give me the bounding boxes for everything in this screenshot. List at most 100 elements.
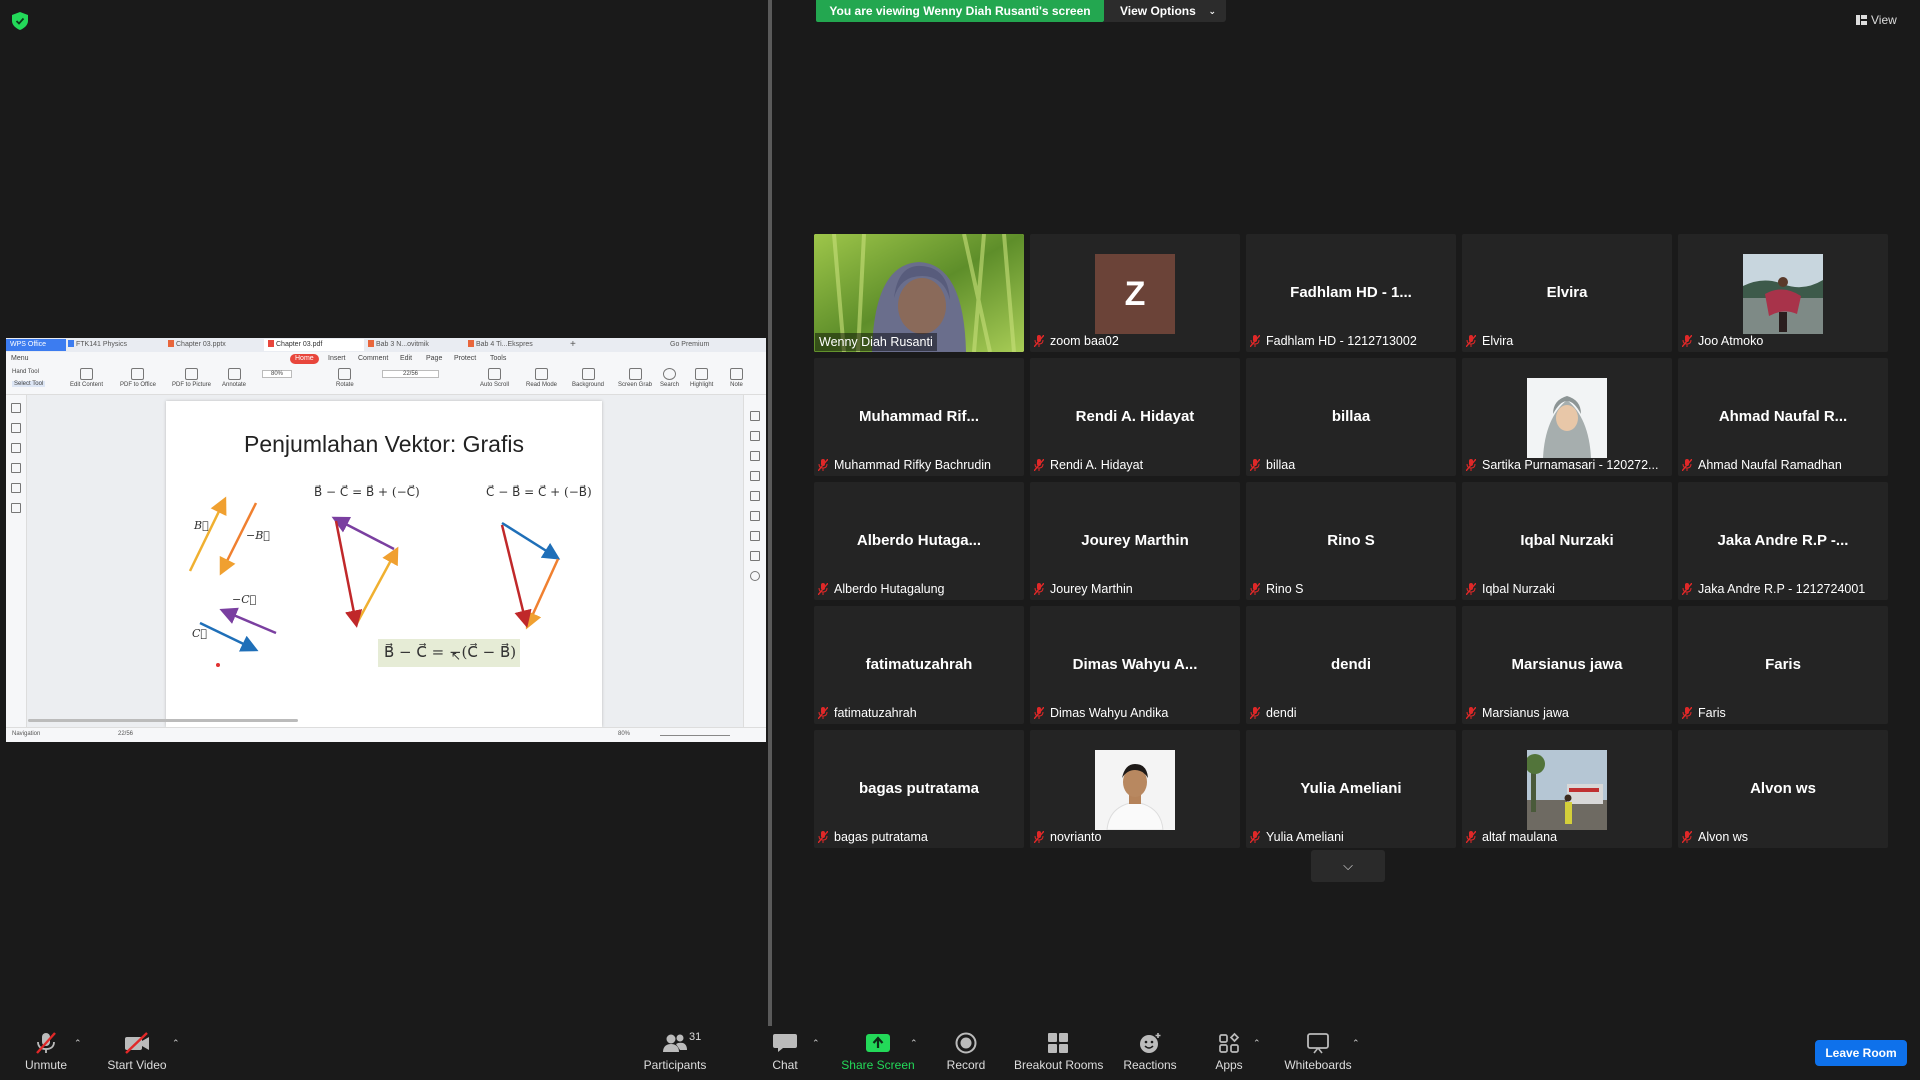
pdf-document-area[interactable]: Penjumlahan Vektor: Grafis B⃗ − C⃗ = B⃗ … bbox=[6, 395, 766, 727]
tab-chapter-pptx[interactable]: Chapter 03.pptx bbox=[164, 339, 264, 351]
zoom-in-icon[interactable] bbox=[750, 571, 760, 581]
tool-icon[interactable] bbox=[750, 451, 760, 461]
layers-icon[interactable] bbox=[11, 503, 21, 513]
tool-icon[interactable] bbox=[750, 551, 760, 561]
status-page-field[interactable]: 22/56 bbox=[118, 731, 133, 737]
participant-tile[interactable]: Faris Faris bbox=[1678, 606, 1888, 724]
participant-tile[interactable]: Jaka Andre R.P -... Jaka Andre R.P - 1212… bbox=[1678, 482, 1888, 600]
navigation-toggle[interactable]: Navigation bbox=[12, 731, 40, 737]
background-button[interactable]: Background bbox=[572, 368, 604, 388]
highlight-button[interactable]: Highlight bbox=[690, 368, 713, 388]
whiteboards-options-chevron-icon[interactable]: ⌃ bbox=[1352, 1038, 1360, 1049]
breakout-rooms-button[interactable]: Breakout Rooms bbox=[1014, 1032, 1103, 1072]
attachment-icon[interactable] bbox=[11, 463, 21, 473]
participant-tile[interactable]: Rino S Rino S bbox=[1246, 482, 1456, 600]
participant-tile[interactable]: Alvon ws Alvon ws bbox=[1678, 730, 1888, 848]
start-video-button[interactable]: Start Video bbox=[106, 1032, 168, 1072]
bookmark-icon[interactable] bbox=[11, 403, 21, 413]
edit-content-button[interactable]: Edit Content bbox=[70, 368, 103, 388]
view-button[interactable]: View bbox=[1856, 10, 1897, 30]
zoom-slider[interactable] bbox=[660, 735, 730, 736]
participant-tile[interactable]: novrianto bbox=[1030, 730, 1240, 848]
participant-tile[interactable]: Joo Atmoko bbox=[1678, 234, 1888, 352]
view-options-button[interactable]: View Options ⌄ bbox=[1104, 0, 1226, 22]
auto-scroll-button[interactable]: Auto Scroll bbox=[480, 368, 509, 388]
go-premium-link[interactable]: Go Premium bbox=[666, 339, 730, 351]
menu-page[interactable]: Page bbox=[426, 355, 442, 362]
muted-mic-icon bbox=[1034, 459, 1044, 471]
participant-tile[interactable]: Yulia Ameliani Yulia Ameliani bbox=[1246, 730, 1456, 848]
menu-edit[interactable]: Edit bbox=[400, 355, 412, 362]
participant-tile[interactable]: altaf maulana bbox=[1462, 730, 1672, 848]
menu-home[interactable]: Home bbox=[290, 354, 319, 364]
split-view-divider[interactable] bbox=[768, 0, 772, 1026]
annotate-button[interactable]: Annotate bbox=[222, 368, 246, 388]
participant-tile[interactable]: Elvira Elvira bbox=[1462, 234, 1672, 352]
menu-insert[interactable]: Insert bbox=[328, 355, 346, 362]
new-tab-plus-icon[interactable]: + bbox=[566, 339, 580, 351]
share-screen-button[interactable]: Share Screen bbox=[838, 1032, 918, 1072]
status-zoom[interactable]: 80% bbox=[618, 731, 630, 737]
signature-icon[interactable] bbox=[11, 483, 21, 493]
chat-options-chevron-icon[interactable]: ⌃ bbox=[812, 1038, 820, 1049]
menu-protect[interactable]: Protect bbox=[454, 355, 476, 362]
tab-bab3[interactable]: Bab 3 N...ovitmik bbox=[364, 339, 464, 351]
participant-tile[interactable]: Rendi A. Hidayat Rendi A. Hidayat bbox=[1030, 358, 1240, 476]
thumbnail-icon[interactable] bbox=[11, 423, 21, 433]
participant-tile[interactable]: Wenny Diah Rusanti bbox=[814, 234, 1024, 352]
tool-icon[interactable] bbox=[750, 411, 760, 421]
hand-tool[interactable]: Hand Tool bbox=[12, 369, 39, 375]
tab-chapter-pdf[interactable]: Chapter 03.pdf bbox=[264, 339, 364, 351]
participant-tile[interactable]: billaa billaa bbox=[1246, 358, 1456, 476]
participant-tile[interactable]: Dimas Wahyu A... Dimas Wahyu Andika bbox=[1030, 606, 1240, 724]
participant-tile[interactable]: Sartika Purnamasari - 120272... bbox=[1462, 358, 1672, 476]
tool-icon[interactable] bbox=[750, 491, 760, 501]
horizontal-scrollbar[interactable] bbox=[28, 719, 298, 722]
reactions-button[interactable]: Reactions bbox=[1120, 1032, 1180, 1072]
whiteboards-button[interactable]: Whiteboards bbox=[1280, 1032, 1356, 1072]
menu-tools[interactable]: Tools bbox=[490, 355, 506, 362]
screen-grab-button[interactable]: Screen Grab bbox=[618, 368, 652, 388]
search-button[interactable]: Search bbox=[660, 368, 679, 388]
apps-button[interactable]: Apps bbox=[1208, 1032, 1250, 1072]
zoom-field[interactable]: 80% bbox=[262, 370, 293, 378]
audio-options-chevron-icon[interactable]: ⌃ bbox=[74, 1038, 82, 1049]
gallery-next-page-button[interactable]: ⌵ bbox=[1311, 850, 1385, 882]
participant-tile[interactable]: dendi dendi bbox=[1246, 606, 1456, 724]
pdf-to-picture-button[interactable]: PDF to Picture bbox=[172, 368, 211, 388]
record-button[interactable]: Record bbox=[940, 1032, 992, 1072]
video-options-chevron-icon[interactable]: ⌃ bbox=[172, 1038, 180, 1049]
share-options-chevron-icon[interactable]: ⌃ bbox=[910, 1038, 918, 1049]
tool-icon[interactable] bbox=[750, 431, 760, 441]
unmute-button[interactable]: Unmute bbox=[20, 1032, 72, 1072]
read-mode-button[interactable]: Read Mode bbox=[526, 368, 557, 388]
participant-tile[interactable]: Jourey Marthin Jourey Marthin bbox=[1030, 482, 1240, 600]
tab-ftk141[interactable]: FTK141 Physics bbox=[64, 339, 164, 351]
pdf-to-office-button[interactable]: PDF to Office bbox=[120, 368, 156, 388]
comment-icon[interactable] bbox=[11, 443, 21, 453]
tool-icon[interactable] bbox=[750, 511, 760, 521]
apps-options-chevron-icon[interactable]: ⌃ bbox=[1253, 1038, 1261, 1049]
tool-icon[interactable] bbox=[750, 471, 760, 481]
participant-tile[interactable]: Alberdo Hutaga... Alberdo Hutagalung bbox=[814, 482, 1024, 600]
note-button[interactable]: Note bbox=[730, 368, 743, 388]
participant-tile[interactable]: Iqbal Nurzaki Iqbal Nurzaki bbox=[1462, 482, 1672, 600]
menu-button[interactable]: Menu bbox=[11, 355, 29, 362]
wps-brand-tab[interactable]: WPS Office bbox=[6, 339, 66, 351]
participant-tile[interactable]: fatimatuzahrah fatimatuzahrah bbox=[814, 606, 1024, 724]
rotate-button[interactable]: Rotate bbox=[336, 368, 354, 388]
participant-tile[interactable]: Ahmad Naufal R... Ahmad Naufal Ramadhan bbox=[1678, 358, 1888, 476]
leave-room-button[interactable]: Leave Room bbox=[1815, 1040, 1907, 1066]
page-field[interactable]: 22/56 bbox=[382, 370, 440, 378]
tool-icon[interactable] bbox=[750, 531, 760, 541]
tab-bab4[interactable]: Bab 4 Ti...Ekspres bbox=[464, 339, 564, 351]
select-tool[interactable]: Select Tool bbox=[12, 381, 46, 387]
participant-tile[interactable]: Marsianus jawa Marsianus jawa bbox=[1462, 606, 1672, 724]
participant-tile[interactable]: Zzoom baa02 bbox=[1030, 234, 1240, 352]
chat-button[interactable]: Chat bbox=[760, 1032, 810, 1072]
menu-comment[interactable]: Comment bbox=[358, 355, 388, 362]
participant-tile[interactable]: bagas putratama bagas putratama bbox=[814, 730, 1024, 848]
security-shield-icon[interactable] bbox=[12, 12, 28, 30]
participant-tile[interactable]: Muhammad Rif... Muhammad Rifky Bachrudin bbox=[814, 358, 1024, 476]
participant-tile[interactable]: Fadhlam HD - 1... Fadhlam HD - 1212713002 bbox=[1246, 234, 1456, 352]
